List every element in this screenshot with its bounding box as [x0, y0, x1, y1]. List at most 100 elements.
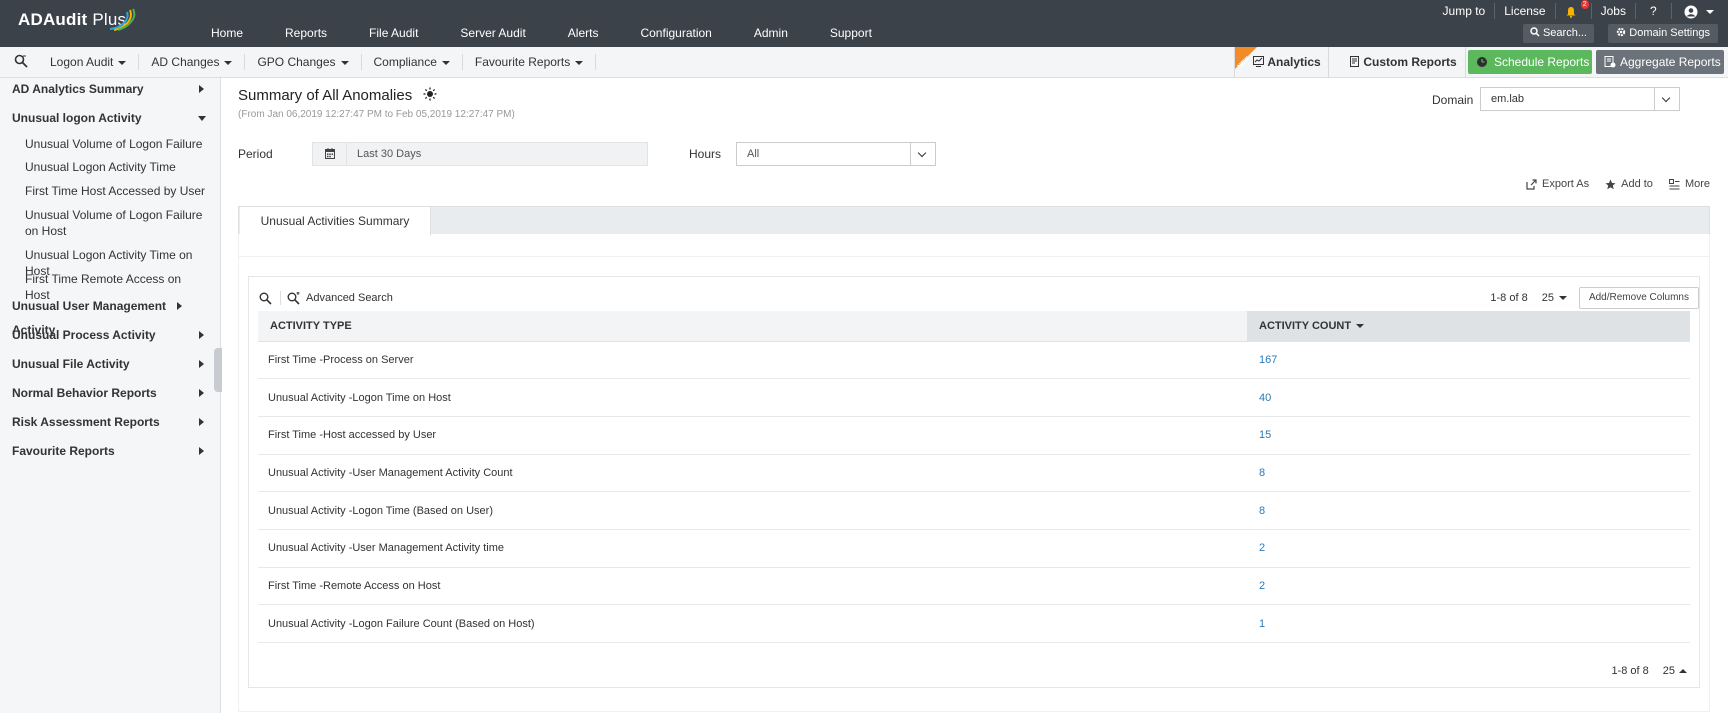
custom-reports-button[interactable]: Custom Reports — [1330, 47, 1466, 77]
nav-server-audit[interactable]: Server Audit — [439, 26, 546, 40]
sidebar-item-first-time-host-accessed[interactable]: First Time Host Accessed by User — [0, 183, 220, 207]
hours-select[interactable]: All — [736, 142, 936, 166]
analytics-button[interactable]: NEW Analytics — [1234, 47, 1329, 77]
activity-type-cell: Unusual Activity -Logon Time (Based on U… — [258, 491, 1247, 530]
search-icon — [1530, 27, 1540, 37]
nav-file-audit[interactable]: File Audit — [348, 26, 439, 40]
add-to-button[interactable]: Add to — [1605, 178, 1653, 190]
bell-icon — [1566, 6, 1576, 18]
page-size-select-bottom[interactable]: 25 — [1663, 665, 1687, 677]
page-size-select[interactable]: 25 — [1542, 292, 1567, 304]
export-as-button[interactable]: Export As — [1526, 178, 1589, 190]
sub-toolbar: Logon Audit AD Changes GPO Changes Compl… — [0, 47, 1728, 78]
domain-settings-button[interactable]: Domain Settings — [1608, 24, 1718, 43]
subnav-compliance[interactable]: Compliance — [362, 54, 463, 70]
sidebar-category-favourite-reports[interactable]: Favourite Reports — [0, 439, 220, 468]
chevron-right-icon — [177, 302, 182, 310]
top-bar: ADAudit Plus Home Reports File Audit Ser… — [0, 0, 1728, 47]
aggregate-report-icon — [1604, 56, 1616, 68]
gear-icon — [1617, 27, 1626, 37]
sidebar: AD Analytics Summary Unusual logon Activ… — [0, 77, 222, 713]
period-picker[interactable]: Last 30 Days — [312, 142, 648, 166]
sidebar-category-unusual-file-activity[interactable]: Unusual File Activity — [0, 352, 220, 381]
sidebar-item-first-time-remote-access[interactable]: First Time Remote Access on Host — [0, 271, 220, 302]
global-search-button[interactable]: Search... — [1522, 24, 1594, 43]
pager-range-bottom: 1-8 of 8 — [1611, 665, 1649, 677]
more-button[interactable]: More — [1668, 178, 1710, 190]
sidebar-item-unusual-logon-activity-time[interactable]: Unusual Logon Activity Time — [0, 159, 220, 183]
subnav-favourite-reports[interactable]: Favourite Reports — [463, 54, 597, 70]
sidebar-category-unusual-logon-activity[interactable]: Unusual logon Activity — [0, 106, 220, 135]
quick-search-icon[interactable] — [259, 292, 272, 305]
domain-select[interactable]: em.lab — [1480, 87, 1680, 111]
column-header-activity-count[interactable]: ACTIVITY COUNT — [1247, 311, 1690, 342]
activity-count-link[interactable]: 167 — [1247, 341, 1690, 380]
sidebar-item-unusual-logon-time-host[interactable]: Unusual Logon Activity Time on Host — [0, 247, 220, 278]
hours-label: Hours — [689, 147, 722, 161]
user-menu-button[interactable] — [1672, 3, 1728, 19]
activity-count-link[interactable]: 2 — [1247, 529, 1690, 568]
subnav-gpo-changes[interactable]: GPO Changes — [245, 54, 362, 70]
subnav-logon-audit[interactable]: Logon Audit — [38, 54, 140, 70]
help-link[interactable]: ? — [1636, 3, 1672, 19]
license-link[interactable]: License — [1495, 3, 1556, 19]
report-search-icon[interactable] — [14, 54, 28, 68]
notifications-button[interactable]: 2 — [1556, 0, 1592, 19]
aggregate-reports-label: Aggregate Reports — [1620, 55, 1721, 69]
sidebar-collapse-handle[interactable] — [214, 348, 222, 392]
bulb-icon[interactable] — [423, 87, 437, 101]
activity-count-link[interactable]: 8 — [1247, 454, 1690, 493]
nav-home[interactable]: Home — [190, 26, 264, 40]
toolbar-divider — [280, 291, 281, 305]
schedule-reports-button[interactable]: Schedule Reports — [1468, 50, 1592, 74]
nav-reports[interactable]: Reports — [264, 26, 348, 40]
grid-pager-top: 1-8 of 8 25 Add/Remove Columns — [1490, 287, 1699, 309]
chevron-right-icon — [199, 85, 204, 93]
pager-range: 1-8 of 8 — [1490, 292, 1528, 304]
nav-configuration[interactable]: Configuration — [619, 26, 732, 40]
sidebar-category-risk-assessment-reports[interactable]: Risk Assessment Reports — [0, 410, 220, 439]
nav-support[interactable]: Support — [809, 26, 893, 40]
activity-count-link[interactable]: 40 — [1247, 378, 1690, 417]
chevron-right-icon — [199, 389, 204, 397]
sidebar-category-ad-analytics-summary[interactable]: AD Analytics Summary — [0, 77, 220, 106]
sidebar-category-normal-behavior-reports[interactable]: Normal Behavior Reports — [0, 381, 220, 410]
activity-type-cell: First Time -Host accessed by User — [258, 416, 1247, 455]
nav-admin[interactable]: Admin — [733, 26, 809, 40]
sort-desc-icon — [1356, 323, 1365, 328]
table-row: Unusual Activity -Logon Failure Count (B… — [258, 604, 1690, 643]
sub-nav: Logon Audit AD Changes GPO Changes Compl… — [38, 47, 597, 77]
more-options-icon — [1668, 178, 1680, 189]
aggregate-reports-button[interactable]: Aggregate Reports — [1596, 50, 1724, 74]
jobs-link[interactable]: Jobs — [1592, 3, 1636, 19]
chevron-down-icon — [1558, 296, 1567, 301]
domain-settings-label: Domain Settings — [1629, 27, 1710, 39]
activity-count-link[interactable]: 2 — [1247, 567, 1690, 606]
tab-unusual-activities-summary[interactable]: Unusual Activities Summary — [240, 207, 431, 236]
jump-to-link[interactable]: Jump to — [1434, 3, 1496, 19]
page-date-range: (From Jan 06,2019 12:27:47 PM to Feb 05,… — [238, 109, 515, 120]
column-header-activity-type[interactable]: ACTIVITY TYPE — [258, 311, 1247, 342]
activity-count-link[interactable]: 8 — [1247, 491, 1690, 530]
sidebar-category-unusual-user-management[interactable]: Unusual User Management Activity — [0, 294, 220, 337]
activity-count-link[interactable]: 1 — [1247, 604, 1690, 643]
subnav-ad-changes[interactable]: AD Changes — [139, 54, 246, 70]
nav-alerts[interactable]: Alerts — [547, 26, 620, 40]
global-search-label: Search... — [1542, 27, 1587, 39]
chevron-down-icon — [910, 143, 935, 165]
activity-count-link[interactable]: 15 — [1247, 416, 1690, 455]
calendar-button[interactable] — [313, 143, 347, 165]
activity-type-cell: Unusual Activity -User Management Activi… — [258, 529, 1247, 568]
add-remove-columns-button[interactable]: Add/Remove Columns — [1578, 287, 1699, 309]
table-row: First Time -Host accessed by User 15 — [258, 416, 1690, 455]
chevron-right-icon — [199, 360, 204, 368]
table-row: First Time -Remote Access on Host 2 — [258, 567, 1690, 606]
logo-swoosh-icon — [109, 8, 136, 31]
export-as-label: Export As — [1542, 178, 1590, 190]
advanced-search-link[interactable]: Advanced Search — [306, 292, 393, 304]
chevron-right-icon — [199, 331, 204, 339]
calendar-icon — [325, 148, 335, 159]
sidebar-item-unusual-volume-logon-failure-host[interactable]: Unusual Volume of Logon Failure on Host — [0, 207, 220, 247]
sidebar-category-unusual-process-activity[interactable]: Unusual Process Activity — [0, 323, 220, 352]
sidebar-item-unusual-volume-logon-failure[interactable]: Unusual Volume of Logon Failure — [0, 135, 220, 159]
